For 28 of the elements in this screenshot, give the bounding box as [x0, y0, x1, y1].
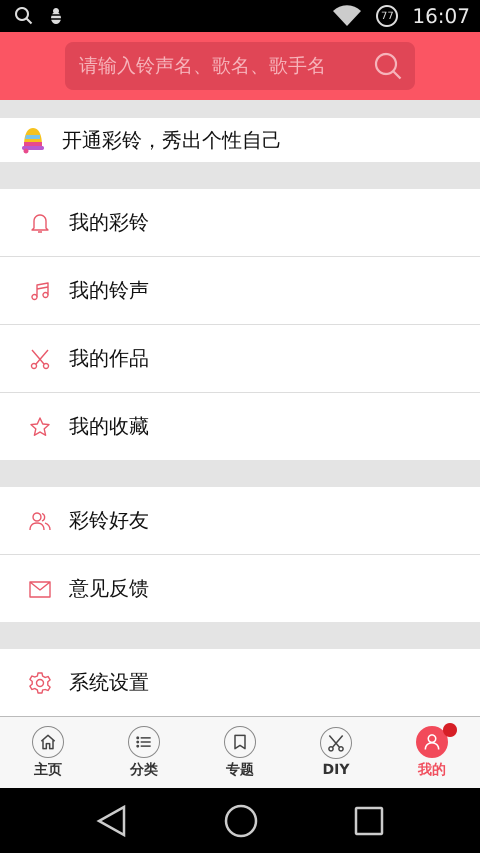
tab[interactable]: DIY — [288, 717, 384, 788]
star-icon — [28, 414, 52, 438]
person-icon — [422, 732, 442, 752]
back-icon[interactable] — [96, 804, 128, 838]
home-icon — [38, 732, 58, 752]
tab[interactable]: 分类 — [96, 717, 192, 788]
bug-icon — [48, 7, 64, 25]
clock: 16:07 — [412, 4, 470, 28]
menu-item[interactable]: 我的彩铃 — [0, 189, 480, 256]
recents-icon[interactable] — [354, 806, 384, 836]
menu-item[interactable]: 我的铃声 — [0, 256, 480, 324]
search-field[interactable]: 请输入铃声名、歌名、歌手名 — [65, 42, 415, 90]
scissors-icon — [326, 733, 346, 753]
battery-indicator: 77 — [376, 5, 398, 27]
wifi-icon — [332, 5, 362, 27]
menu-item[interactable]: 我的收藏 — [0, 392, 480, 460]
tab[interactable]: 专题 — [192, 717, 288, 788]
menu-item[interactable]: 我的作品 — [0, 324, 480, 392]
tab[interactable]: 主页 — [0, 717, 96, 788]
menu-item[interactable]: 意见反馈 — [0, 554, 480, 622]
menu-item[interactable]: 彩铃好友 — [0, 487, 480, 554]
menu-item[interactable]: 系统设置 — [0, 649, 480, 716]
bell-icon — [20, 126, 46, 154]
promo-text: 开通彩铃，秀出个性自己 — [62, 126, 282, 154]
search-icon — [14, 6, 34, 26]
home-icon[interactable] — [224, 804, 258, 838]
promo-row[interactable]: 开通彩铃，秀出个性自己 — [0, 118, 480, 162]
settings-icon — [28, 670, 52, 694]
